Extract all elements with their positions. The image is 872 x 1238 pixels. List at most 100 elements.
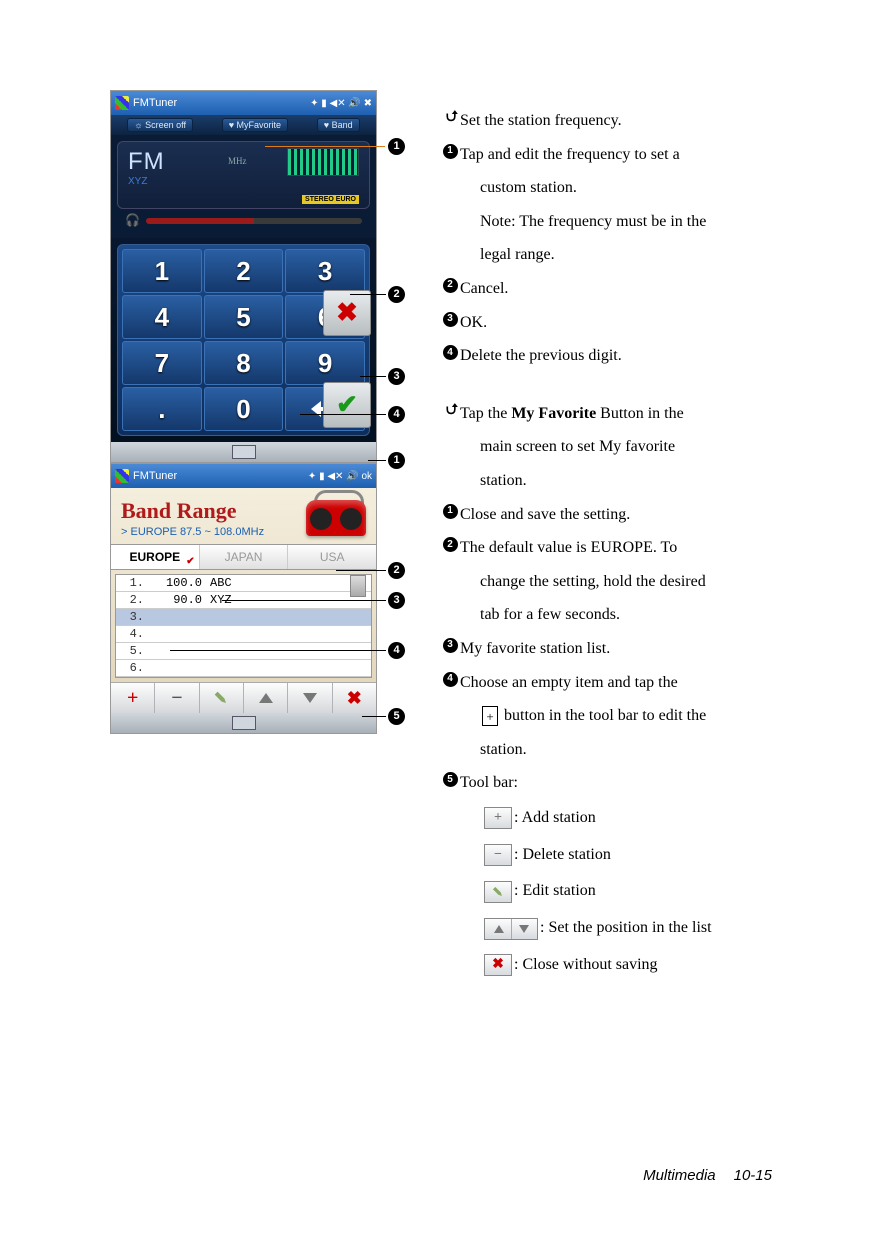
status-icons: ✦ ▮ ◀✕ 🔊 ✖	[310, 98, 372, 109]
toolbar-legend: +: Add station −: Delete station : Edit …	[440, 800, 780, 984]
station-name: XYZ	[128, 176, 359, 187]
callout-marker-5b: 5	[388, 708, 405, 725]
move-down-button[interactable]	[288, 683, 332, 713]
tab-japan[interactable]: JAPAN	[200, 545, 289, 569]
ok-check-icon: ✔	[336, 390, 358, 420]
callout-marker-4b: 4	[388, 642, 405, 659]
app-title: FMTuner	[133, 97, 177, 109]
key-3[interactable]: 3	[285, 249, 365, 293]
number-1-icon: 1	[443, 504, 458, 519]
close-x-icon: ✖	[347, 688, 362, 709]
move-up-button[interactable]	[244, 683, 288, 713]
number-2-icon: 2	[443, 278, 458, 293]
band-range-screenshot: FMTuner ✦ ▮ ◀✕ 🔊 ok Band Range > EUROPE …	[110, 463, 377, 734]
key-1[interactable]: 1	[122, 249, 202, 293]
callout-lead	[350, 294, 386, 295]
scrollbar-thumb[interactable]	[350, 575, 366, 597]
edit-station-button[interactable]	[200, 683, 244, 713]
band-range-heading: Band Range	[111, 488, 376, 526]
key-8[interactable]: 8	[204, 341, 284, 385]
updown-arrows-icon: ⮍	[446, 403, 454, 418]
section-header: ⮍ Set the station frequency.	[440, 104, 780, 138]
windows-flag-icon	[115, 469, 129, 483]
favorite-toolbar: + − ✖	[111, 682, 376, 713]
stereo-badge: STEREO EURO	[302, 195, 359, 204]
number-3-icon: 3	[443, 638, 458, 653]
callout-marker-2: 2	[388, 286, 405, 303]
footer-page: 10-15	[734, 1167, 772, 1184]
callout-marker-1: 1	[388, 138, 405, 155]
key-dot[interactable]: .	[122, 387, 202, 431]
desc2-item-4: 4 Choose an empty item and tap the + but…	[440, 666, 780, 767]
callout-marker-3b: 3	[388, 592, 405, 609]
key-2[interactable]: 2	[204, 249, 284, 293]
tab-usa[interactable]: USA	[288, 545, 376, 569]
delete-station-button[interactable]: −	[155, 683, 199, 713]
callout-marker-3: 3	[388, 368, 405, 385]
favorite-station-list[interactable]: 1.100.0ABC 2.90.0XYZ 3. 4. 5. 6.	[115, 574, 372, 678]
close-button[interactable]: ✖	[333, 683, 376, 713]
list-item: 5.	[116, 643, 371, 660]
desc-item-1: 1 Tap and edit the frequency to set a cu…	[440, 138, 780, 272]
tab-europe[interactable]: EUROPE	[111, 545, 200, 569]
band-button[interactable]: ♥ Band	[317, 118, 360, 132]
volume-slider[interactable]	[146, 218, 362, 224]
list-item: 6.	[116, 660, 371, 677]
number-4-icon: 4	[443, 345, 458, 360]
list-item-selected: 3.	[116, 609, 371, 626]
callout-marker-2b: 2	[388, 562, 405, 579]
my-favorite-button[interactable]: ♥ MyFavorite	[222, 118, 288, 132]
edit-key-icon	[484, 881, 512, 903]
desc-set-frequency: Set the station frequency.	[460, 104, 780, 138]
triangle-up-icon	[259, 693, 273, 703]
desc2-item-2: 2 The default value is EUROPE. To change…	[440, 531, 780, 632]
number-3-icon: 3	[443, 312, 458, 327]
desc-item-3: 3 OK.	[440, 306, 780, 340]
desc2-item-3: 3 My favorite station list.	[440, 632, 780, 666]
callout-marker-1b: 1	[388, 452, 405, 469]
top-toolbar: ☼ Screen off ♥ MyFavorite ♥ Band	[111, 115, 376, 135]
plus-icon: +	[127, 687, 138, 710]
radio-icon	[304, 488, 368, 536]
ok-button[interactable]: ✔	[323, 382, 371, 428]
callout-lead	[170, 650, 386, 651]
titlebar-2: FMTuner ✦ ▮ ◀✕ 🔊 ok	[111, 464, 376, 488]
updown-arrows-icon: ⮍	[446, 110, 454, 125]
status-icons-2: ✦ ▮ ◀✕ 🔊 ok	[308, 471, 372, 482]
updown-key-icon	[484, 918, 538, 940]
number-5-icon: 5	[443, 772, 458, 787]
close-key-icon: ✖	[484, 954, 512, 976]
key-5[interactable]: 5	[204, 295, 284, 339]
footer-section: Multimedia	[643, 1167, 716, 1184]
minus-icon: −	[171, 687, 182, 710]
key-7[interactable]: 7	[122, 341, 202, 385]
app-title-2: FMTuner	[133, 470, 177, 482]
frequency-display[interactable]: FM XYZ MHz STEREO EURO	[117, 141, 370, 209]
number-2-icon: 2	[443, 537, 458, 552]
cancel-button[interactable]: ✖	[323, 290, 371, 336]
number-4-icon: 4	[443, 672, 458, 687]
desc2-item-5: 5 Tool bar:	[440, 766, 780, 800]
screen-off-button[interactable]: ☼ Screen off	[127, 118, 193, 132]
key-0[interactable]: 0	[204, 387, 284, 431]
desc2-item-1: 1 Close and save the setting.	[440, 498, 780, 532]
cancel-x-icon: ✖	[336, 298, 358, 328]
plus-box-icon: +	[482, 706, 498, 726]
list-item: 4.	[116, 626, 371, 643]
key-4[interactable]: 4	[122, 295, 202, 339]
callout-lead	[362, 716, 386, 717]
callout-lead	[222, 600, 386, 601]
keyboard-icon[interactable]	[232, 716, 256, 730]
callout-lead	[360, 376, 386, 377]
region-tabs: EUROPE JAPAN USA	[111, 544, 376, 570]
spectrum-icon	[287, 148, 359, 176]
mhz-label: MHz	[228, 156, 247, 166]
number-1-icon: 1	[443, 144, 458, 159]
windows-flag-icon	[115, 96, 129, 110]
key-9[interactable]: 9	[285, 341, 365, 385]
callout-lead	[368, 460, 386, 461]
keyboard-icon[interactable]	[232, 445, 256, 459]
add-station-button[interactable]: +	[111, 683, 155, 713]
callout-lead	[300, 414, 386, 415]
callout-marker-4: 4	[388, 406, 405, 423]
